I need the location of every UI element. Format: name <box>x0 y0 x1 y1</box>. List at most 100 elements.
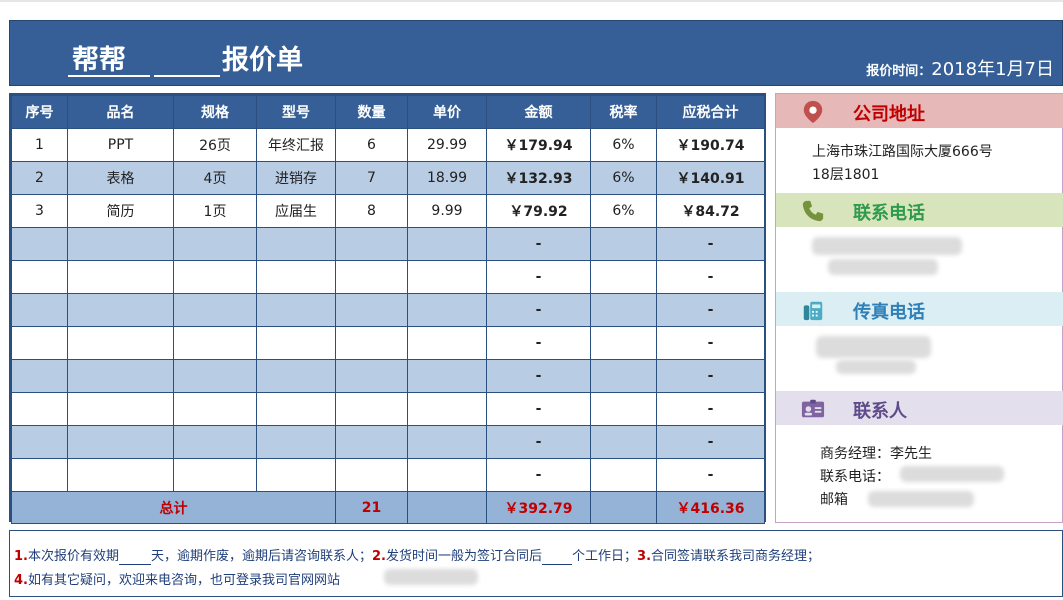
cell-taxed-total[interactable]: - <box>656 359 765 393</box>
cell-index[interactable] <box>11 392 68 426</box>
cell-product[interactable]: 表格 <box>67 161 174 195</box>
cell-quantity[interactable]: 6 <box>335 128 408 162</box>
cell-amount[interactable]: - <box>486 260 591 294</box>
cell-unit-price[interactable] <box>407 425 487 459</box>
cell-model[interactable] <box>256 326 336 360</box>
cell-index[interactable] <box>11 458 68 492</box>
cell-model[interactable] <box>256 260 336 294</box>
cell-index[interactable]: 1 <box>11 128 68 162</box>
cell-product[interactable] <box>67 458 174 492</box>
total-empty-1[interactable] <box>407 491 487 524</box>
cell-quantity[interactable] <box>335 293 408 327</box>
cell-quantity[interactable]: 8 <box>335 194 408 228</box>
title-blank-2[interactable] <box>154 51 220 77</box>
contact-phone-line[interactable]: 联系电话： <box>820 466 890 486</box>
cell-quantity[interactable]: 7 <box>335 161 408 195</box>
cell-quantity[interactable] <box>335 425 408 459</box>
cell-amount[interactable]: ￥179.94 <box>486 128 591 162</box>
cell-tax-rate[interactable] <box>590 458 657 492</box>
cell-quantity[interactable] <box>335 359 408 393</box>
cell-unit-price[interactable]: 29.99 <box>407 128 487 162</box>
cell-tax-rate[interactable] <box>590 293 657 327</box>
cell-quantity[interactable] <box>335 227 408 261</box>
cell-taxed-total[interactable]: ￥84.72 <box>656 194 765 228</box>
cell-spec[interactable] <box>173 326 257 360</box>
cell-product[interactable] <box>67 425 174 459</box>
cell-model[interactable] <box>256 458 336 492</box>
total-quantity[interactable]: 21 <box>335 491 408 524</box>
cell-index[interactable] <box>11 260 68 294</box>
cell-quantity[interactable] <box>335 392 408 426</box>
cell-taxed-total[interactable]: - <box>656 458 765 492</box>
cell-quantity[interactable] <box>335 458 408 492</box>
cell-model[interactable] <box>256 425 336 459</box>
cell-unit-price[interactable] <box>407 359 487 393</box>
cell-tax-rate[interactable] <box>590 260 657 294</box>
total-amount[interactable]: ￥392.79 <box>486 491 591 524</box>
cell-taxed-total[interactable]: - <box>656 392 765 426</box>
cell-spec[interactable]: 4页 <box>173 161 257 195</box>
manager-line[interactable]: 商务经理：李先生 <box>820 443 932 463</box>
cell-model[interactable]: 进销存 <box>256 161 336 195</box>
cell-spec[interactable] <box>173 458 257 492</box>
cell-unit-price[interactable] <box>407 326 487 360</box>
cell-quantity[interactable] <box>335 326 408 360</box>
cell-product[interactable] <box>67 359 174 393</box>
cell-tax-rate[interactable] <box>590 326 657 360</box>
cell-index[interactable] <box>11 227 68 261</box>
cell-spec[interactable] <box>173 392 257 426</box>
cell-index[interactable] <box>11 425 68 459</box>
cell-spec[interactable] <box>173 425 257 459</box>
cell-amount[interactable]: - <box>486 425 591 459</box>
cell-model[interactable] <box>256 359 336 393</box>
cell-tax-rate[interactable]: 6% <box>590 128 657 162</box>
cell-unit-price[interactable] <box>407 458 487 492</box>
cell-quantity[interactable] <box>335 260 408 294</box>
cell-index[interactable]: 3 <box>11 194 68 228</box>
cell-amount[interactable]: - <box>486 326 591 360</box>
cell-product[interactable] <box>67 293 174 327</box>
cell-amount[interactable]: - <box>486 458 591 492</box>
total-taxed[interactable]: ￥416.36 <box>656 491 765 524</box>
cell-spec[interactable] <box>173 293 257 327</box>
cell-product[interactable] <box>67 392 174 426</box>
cell-amount[interactable]: - <box>486 227 591 261</box>
validity-days-blank[interactable] <box>119 549 151 565</box>
cell-taxed-total[interactable]: ￥140.91 <box>656 161 765 195</box>
cell-product[interactable] <box>67 227 174 261</box>
cell-index[interactable] <box>11 293 68 327</box>
cell-tax-rate[interactable] <box>590 392 657 426</box>
cell-product[interactable] <box>67 260 174 294</box>
cell-unit-price[interactable] <box>407 227 487 261</box>
cell-model[interactable]: 应届生 <box>256 194 336 228</box>
cell-unit-price[interactable]: 9.99 <box>407 194 487 228</box>
cell-unit-price[interactable] <box>407 392 487 426</box>
cell-spec[interactable] <box>173 359 257 393</box>
cell-index[interactable] <box>11 326 68 360</box>
address-text[interactable]: 上海市珠江路国际大厦666号 18层1801 <box>812 141 1042 187</box>
cell-product[interactable] <box>67 326 174 360</box>
cell-model[interactable]: 年终汇报 <box>256 128 336 162</box>
total-empty-2[interactable] <box>590 491 657 524</box>
cell-taxed-total[interactable]: - <box>656 425 765 459</box>
cell-amount[interactable]: - <box>486 293 591 327</box>
cell-taxed-total[interactable]: ￥190.74 <box>656 128 765 162</box>
cell-amount[interactable]: ￥79.92 <box>486 194 591 228</box>
cell-spec[interactable] <box>173 227 257 261</box>
cell-tax-rate[interactable]: 6% <box>590 194 657 228</box>
cell-model[interactable] <box>256 227 336 261</box>
cell-spec[interactable]: 26页 <box>173 128 257 162</box>
cell-index[interactable]: 2 <box>11 161 68 195</box>
quote-time-value[interactable]: 2018年1月7日 <box>931 59 1054 80</box>
cell-index[interactable] <box>11 359 68 393</box>
delivery-days-blank[interactable] <box>542 549 573 565</box>
cell-spec[interactable]: 1页 <box>173 194 257 228</box>
cell-amount[interactable]: ￥132.93 <box>486 161 591 195</box>
cell-product[interactable]: 简历 <box>67 194 174 228</box>
cell-amount[interactable]: - <box>486 392 591 426</box>
cell-unit-price[interactable]: 18.99 <box>407 161 487 195</box>
cell-tax-rate[interactable] <box>590 425 657 459</box>
cell-amount[interactable]: - <box>486 359 591 393</box>
cell-taxed-total[interactable]: - <box>656 326 765 360</box>
cell-taxed-total[interactable]: - <box>656 260 765 294</box>
